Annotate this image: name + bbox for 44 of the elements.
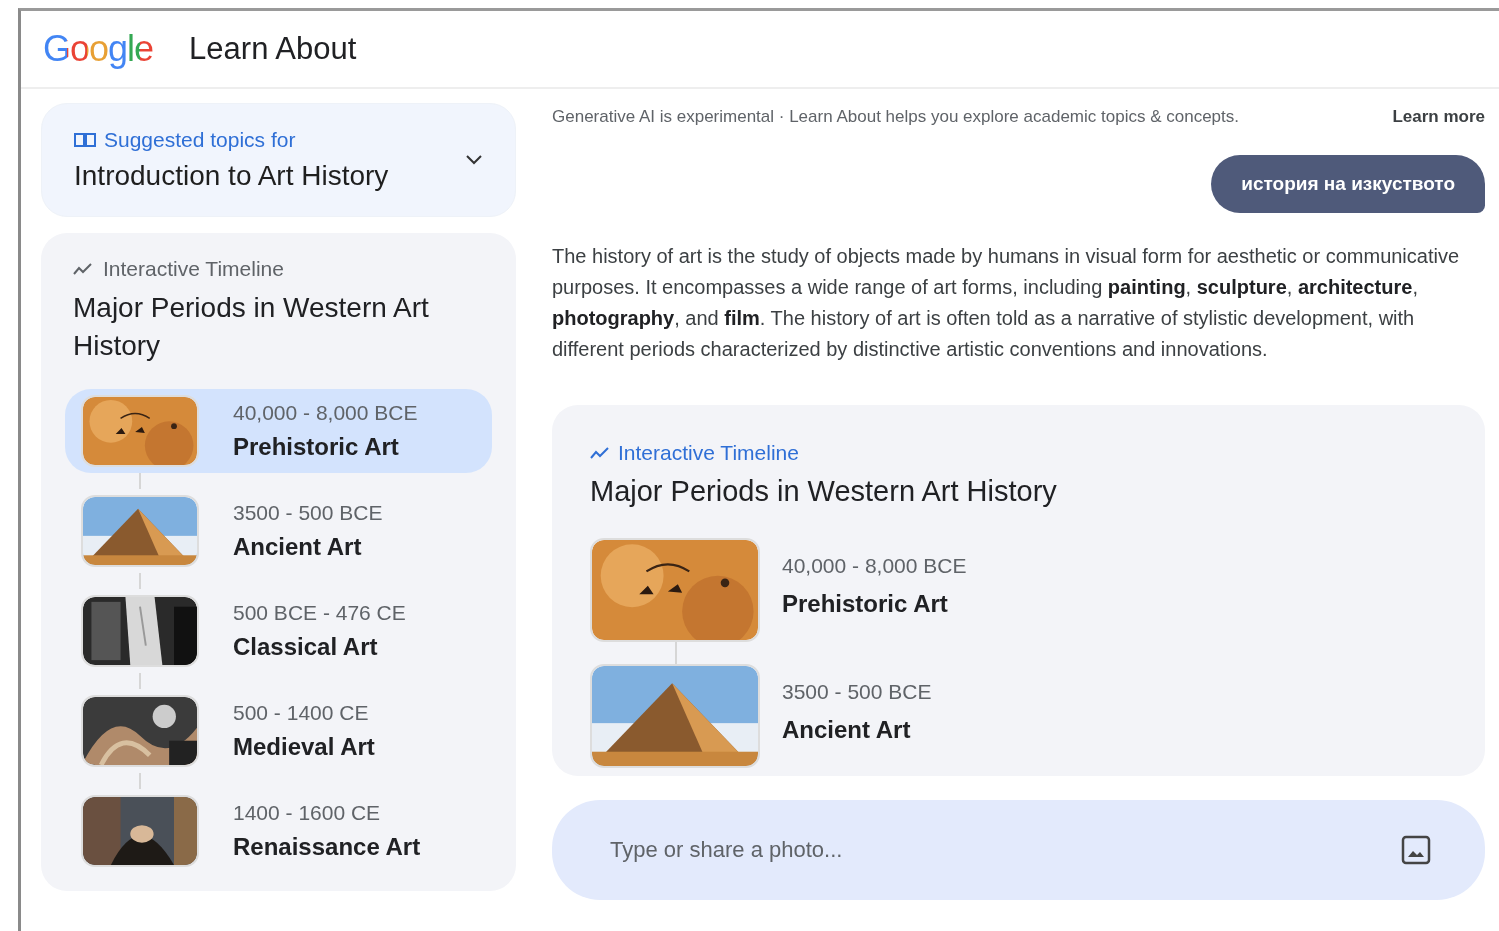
date-range: 1400 - 1600 CE	[233, 801, 382, 825]
suggested-label: Suggested topics for	[104, 128, 296, 152]
topic-title: Introduction to Art History	[74, 160, 390, 192]
timeline-label[interactable]: Interactive Timeline	[618, 441, 799, 465]
date-range: 3500 - 500 BCE	[233, 501, 383, 525]
date-range: 3500 - 500 BCE	[782, 680, 932, 704]
period-name: Ancient Art	[782, 716, 912, 744]
timeline-item[interactable]: 40,000 - 8,000 BCE Prehistoric Art	[65, 389, 492, 473]
timeline-title: Major Periods in Western Art History	[590, 475, 1058, 508]
suggested-topics-dropdown[interactable]: Suggested topics for Introduction to Art History	[41, 103, 516, 217]
message-input[interactable]: Type or share a photo...	[552, 800, 1485, 900]
date-range: 500 - 1400 CE	[233, 701, 370, 725]
image-icon[interactable]	[1401, 835, 1431, 865]
timeline-item[interactable]: 1400 - 1600 CE Renaissance Art	[65, 789, 492, 873]
book-icon	[74, 132, 96, 148]
date-range: 500 BCE - 476 CE	[233, 601, 406, 625]
period-name: Medieval Art	[233, 733, 375, 761]
date-range: 40,000 - 8,000 BCE	[782, 554, 967, 578]
connector-line	[139, 573, 141, 589]
trend-icon	[73, 262, 93, 276]
timeline-label: Interactive Timeline	[103, 257, 284, 281]
period-name: Prehistoric Art	[233, 433, 400, 461]
date-range: 40,000 - 8,000 BCE	[233, 401, 418, 425]
connector-line	[139, 773, 141, 789]
chevron-icon	[465, 154, 483, 166]
learn-more-link[interactable]: Learn more	[1392, 107, 1485, 127]
connector-line	[139, 473, 141, 489]
timeline-item[interactable]: 40,000 - 8,000 BCE Prehistoric Art	[590, 538, 1447, 642]
connector-line	[139, 673, 141, 689]
app-title: Learn About	[189, 31, 357, 67]
period-name: Classical Art	[233, 633, 379, 661]
period-name: Prehistoric Art	[782, 590, 949, 618]
timeline-title: Major Periods in Western Art History	[73, 291, 430, 363]
period-name: Renaissance Art	[233, 833, 421, 861]
answer-paragraph: The history of art is the study of objects made by humans in visual form for aesthetic or communicative purposes. It encompasses a wide range of art forms, including painting, sculpture, architecture, photography, and film. The history of art is often told as a narrative of stylistic development, with different periods characterized by distinctive artistic conventions and innovations.	[552, 244, 1461, 362]
query-bubble: история на изкуството	[1211, 155, 1485, 213]
disclaimer-text: Generative AI is experimental · Learn About helps you explore academic topics & concepts.	[552, 107, 1239, 127]
timeline-item[interactable]: 3500 - 500 BCE Ancient Art	[590, 664, 1447, 768]
timeline-item[interactable]: 500 - 1400 CE Medieval Art	[65, 689, 492, 773]
trend-icon	[590, 446, 610, 460]
timeline-item[interactable]: 3500 - 500 BCE Ancient Art	[65, 489, 492, 573]
period-name: Ancient Art	[233, 533, 363, 561]
timeline-item[interactable]: 500 BCE - 476 CE Classical Art	[65, 589, 492, 673]
connector-line	[675, 642, 677, 664]
